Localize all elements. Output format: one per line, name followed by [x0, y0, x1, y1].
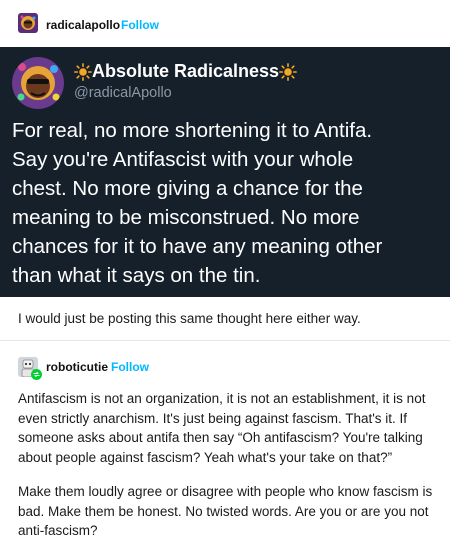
reply-line: someone asks about antifa then say “Oh a… — [18, 430, 423, 445]
tweet-text-line: Say you're Antifascist with your whole — [12, 148, 354, 171]
reply-line: Make them loudly agree or disagree with … — [18, 484, 433, 499]
reblog-comment: I would just be posting this same though… — [18, 311, 361, 326]
tweet-avatar — [12, 57, 64, 109]
avatar-radicalapollo-image — [18, 13, 38, 33]
avatar-radicalapollo[interactable] — [18, 13, 38, 33]
tweet-text-line: than what it says on the tin. — [12, 264, 261, 287]
reply-line: about people against fascism? Yeah what'… — [18, 449, 393, 465]
reblog-badge-icon — [31, 369, 42, 380]
reply-line: Antifascism is not an organization, it i… — [18, 391, 426, 406]
tweet-text-line: For real, no more shortening it to Antif… — [12, 119, 373, 142]
tweet-text-line: chances for it to have any meaning other — [12, 235, 383, 258]
tweet-text-line: meaning to be misconstrued. No more — [12, 206, 360, 229]
follow-button-radicalapollo[interactable]: Follow — [121, 18, 159, 32]
username-radicalapollo[interactable]: radicalapollo — [46, 18, 120, 32]
tweet-text-line: chest. No more giving a chance for the — [12, 177, 363, 200]
follow-button-roboticutie[interactable]: Follow — [111, 360, 149, 374]
tweet-text: For real, no more shortening it to Antif… — [12, 116, 442, 290]
reply-paragraph-2: Make them loudly agree or disagree with … — [18, 482, 446, 541]
tweet-screenshot: Absolute Radicalness @radicalApollo For … — [0, 47, 450, 297]
username-roboticutie[interactable]: roboticutie — [46, 360, 108, 374]
divider — [0, 340, 450, 341]
sun-icon — [74, 62, 92, 81]
reply-line: bad. Make them be honest. No twisted wor… — [18, 503, 429, 519]
tweet-display-name: Absolute Radicalness — [74, 61, 297, 82]
tweet-display-name-text: Absolute Radicalness — [92, 61, 280, 81]
reply-paragraph-1: Antifascism is not an organization, it i… — [18, 389, 446, 467]
reply-line: anti-fascism? — [18, 523, 98, 538]
sun-icon — [279, 62, 297, 81]
tweet-handle: @radicalApollo — [74, 85, 172, 101]
reply-line: even strictly anarchism. It's just being… — [18, 410, 408, 426]
